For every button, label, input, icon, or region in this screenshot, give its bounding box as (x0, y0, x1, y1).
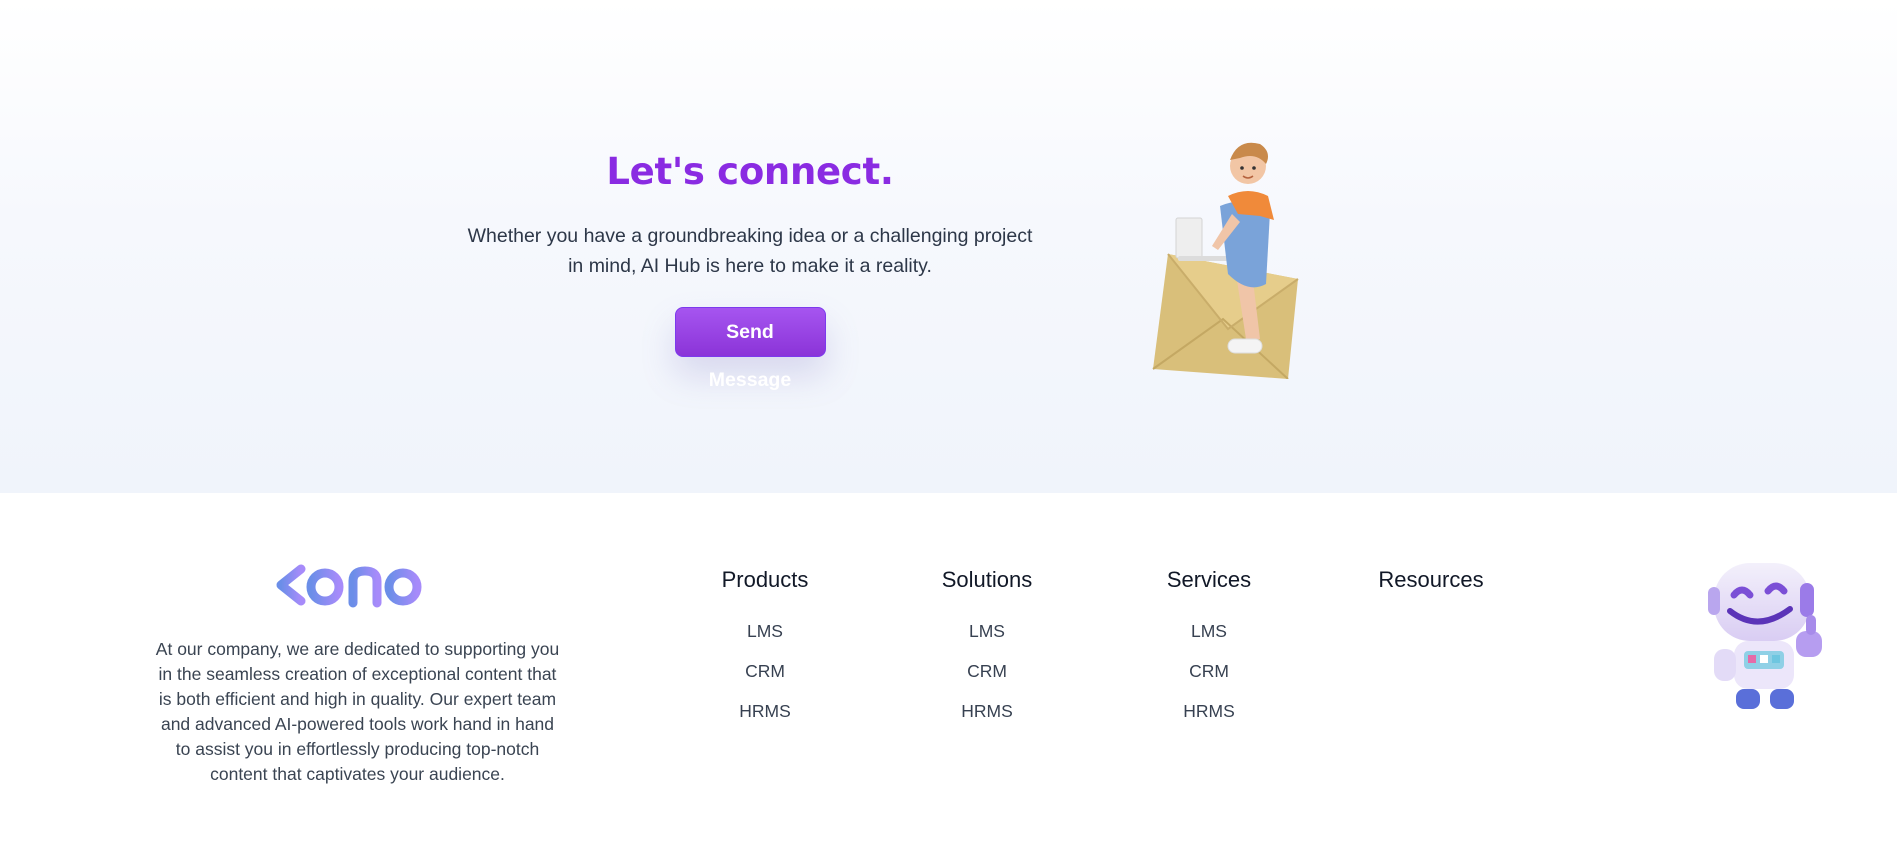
column-title: Products (721, 567, 809, 592)
footer-link-hrms[interactable]: HRMS (1119, 700, 1299, 740)
brand-block: kona At our company, we are dedicated to… (155, 555, 560, 787)
footer-column-resources: Resources (1341, 567, 1521, 593)
column-title: Services (1166, 567, 1252, 592)
contact-description-line1: Whether you have a groundbreaking idea o… (467, 225, 1033, 247)
boy-on-envelope-illustration (1152, 142, 1299, 379)
column-title: Resources (1378, 567, 1484, 592)
footer-column-solutions: Solutions LMS CRM HRMS (897, 567, 1077, 740)
footer-link-hrms[interactable]: HRMS (897, 700, 1077, 740)
contact-title: Let's connect. (606, 150, 894, 193)
contact-description-line2: in mind, AI Hub is here to make it a rea… (568, 255, 932, 277)
footer-link-lms[interactable]: LMS (1119, 620, 1299, 660)
footer-link-crm[interactable]: CRM (1119, 660, 1299, 700)
footer-link-crm[interactable]: CRM (897, 660, 1077, 700)
column-links: LMS CRM HRMS (675, 620, 855, 740)
footer-column-services: Services LMS CRM HRMS (1119, 567, 1299, 740)
contact-description: Whether you have a groundbreaking idea o… (430, 221, 1070, 281)
site-footer: kona At our company, we are dedicated to… (0, 493, 1897, 857)
logo-text: kona (267, 555, 270, 556)
brand-description: At our company, we are dedicated to supp… (155, 639, 560, 784)
contact-section: Let's connect. Whether you have a ground… (0, 0, 1897, 493)
kona-logo[interactable]: kona (267, 555, 449, 609)
column-title: Solutions (941, 567, 1033, 592)
footer-column-products: Products LMS CRM HRMS (675, 567, 855, 740)
footer-link-lms[interactable]: LMS (675, 620, 855, 660)
footer-link-hrms[interactable]: HRMS (675, 700, 855, 740)
footer-link-lms[interactable]: LMS (897, 620, 1077, 660)
send-message-button[interactable]: Send Message (674, 307, 826, 391)
column-links: LMS CRM HRMS (1119, 620, 1299, 740)
footer-link-crm[interactable]: CRM (675, 660, 855, 700)
column-links: LMS CRM HRMS (897, 620, 1077, 740)
contact-content: Let's connect. Whether you have a ground… (430, 150, 1070, 391)
robot-mascot-icon (1708, 563, 1822, 709)
